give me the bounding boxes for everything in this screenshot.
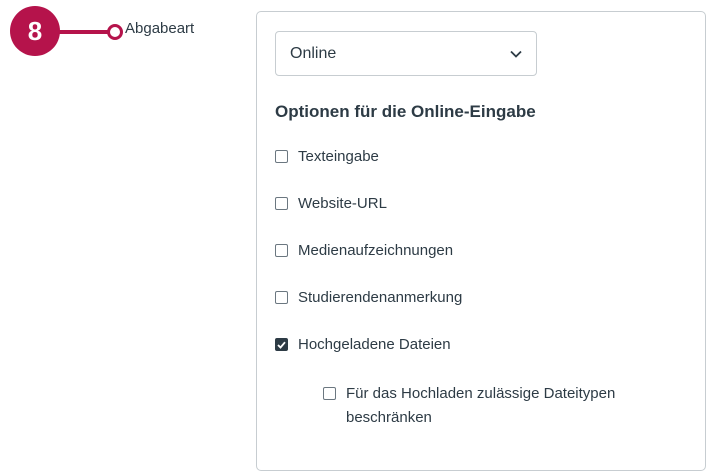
checkbox[interactable]	[323, 387, 336, 400]
option-label: Hochgeladene Dateien	[298, 336, 451, 353]
option-label: Studierendenanmerkung	[298, 289, 463, 306]
submission-type-value: Online	[290, 44, 337, 62]
checkbox[interactable]	[275, 244, 288, 257]
submission-type-label: Abgabeart	[125, 20, 195, 37]
online-options-heading: Optionen für die Online-Eingabe	[275, 102, 536, 121]
submission-type-select[interactable]: Online	[275, 31, 537, 76]
option-label: Website-URL	[298, 195, 387, 212]
option-student-annotation[interactable]: Studierendenanmerkung	[275, 289, 462, 306]
submission-options-panel: Online Optionen für die Online-Eingabe T…	[256, 11, 706, 471]
checkbox[interactable]	[275, 291, 288, 304]
checkmark-icon	[277, 341, 286, 349]
option-label: Medienaufzeichnungen	[298, 242, 454, 259]
option-label: Texteingabe	[298, 148, 379, 165]
option-label: Für das Hochladen zulässige Dateitypen b…	[346, 385, 616, 426]
step-number-badge: 8	[10, 6, 60, 56]
callout-line	[58, 30, 112, 34]
option-text-entry[interactable]: Texteingabe	[275, 148, 379, 165]
chevron-down-icon	[510, 50, 522, 58]
option-website-url[interactable]: Website-URL	[275, 195, 387, 212]
callout-dot	[107, 24, 123, 40]
option-restrict-file-types[interactable]: Für das Hochladen zulässige Dateitypen b…	[323, 382, 653, 430]
step-number: 8	[27, 15, 43, 46]
option-media-recordings[interactable]: Medienaufzeichnungen	[275, 242, 453, 259]
checkbox[interactable]	[275, 150, 288, 163]
checkbox[interactable]	[275, 197, 288, 210]
option-file-uploads[interactable]: Hochgeladene Dateien	[275, 336, 451, 353]
checkbox-checked[interactable]	[275, 338, 288, 351]
